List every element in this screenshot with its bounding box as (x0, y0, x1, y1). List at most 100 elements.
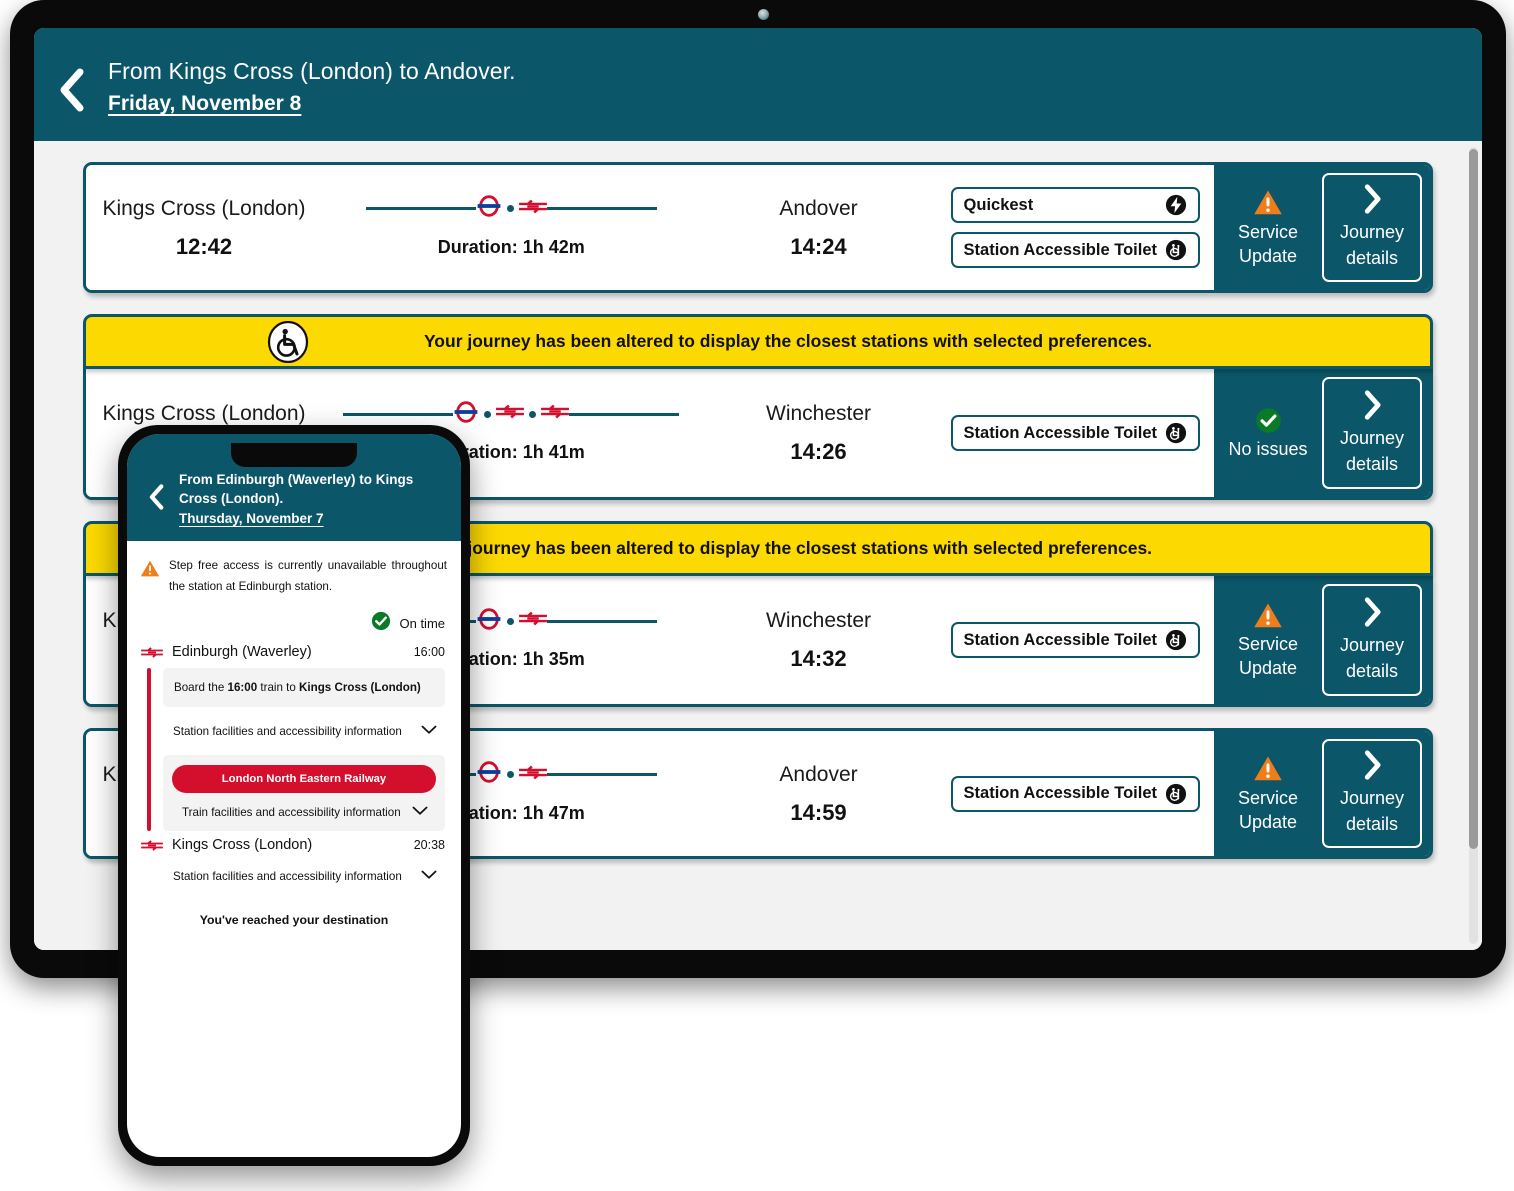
journey-summary: Kings Cross (London) 12:42 Duration: 1h 42… (86, 165, 937, 290)
national-rail-icon (518, 198, 547, 220)
train-facilities-accordion[interactable]: Train facilities and accessibility infor… (172, 797, 436, 827)
duration-value: 1h 42m (522, 236, 585, 257)
phone-notch (231, 443, 357, 467)
board-prefix: Board the (174, 681, 228, 694)
warning-triangle-icon (1252, 188, 1284, 218)
national-rail-icon (541, 403, 570, 425)
boarding-instruction: Board the 16:00 train to Kings Cross (Lo… (163, 668, 445, 707)
preference-pill[interactable]: Station Accessible Toilet (950, 622, 1200, 658)
preference-pill[interactable]: Station Accessible Toilet (950, 232, 1200, 268)
origin-departure-time: 12:42 (175, 233, 233, 259)
destination-station-facilities-accordion[interactable]: Station facilities and accessibility inf… (163, 861, 445, 891)
journey-middle: Duration: 1h 42m (322, 190, 701, 266)
leg-interchange-dot (506, 771, 514, 778)
journey-details-label-1: Journey (1339, 634, 1405, 655)
journey-details-label-1: Journey (1339, 788, 1405, 808)
journey-details-button[interactable]: Journey details (1322, 739, 1422, 848)
destination-arrival-time: 14:32 (790, 646, 847, 671)
journey-card[interactable]: Kings Cross (London) 12:42 Duration: 1h 42… (83, 162, 1433, 293)
origin-stop-row: Edinburgh (Waverley) 16:00 (127, 640, 461, 664)
accessible-toilet-icon (1165, 629, 1187, 651)
app-header: From Kings Cross (London) to Andover. Fr… (34, 28, 1482, 141)
chevron-right-icon (1355, 184, 1389, 219)
journey-details-label-1: Journey (1339, 222, 1405, 242)
chevron-left-icon (56, 68, 86, 112)
journey-status: Service Update (1214, 576, 1322, 704)
check-circle-icon (1252, 405, 1284, 435)
phone-journey-date-link[interactable]: Thursday, November 7 (179, 508, 447, 529)
journey-date-link[interactable]: Friday, November 8 (108, 88, 516, 120)
preference-label: Station Accessible Toilet (963, 423, 1157, 442)
destination-station-name: Winchester (766, 402, 872, 425)
chevron-right-icon (1355, 389, 1389, 425)
train-operator-group: London North Eastern Railway Train facil… (163, 755, 445, 831)
step-free-alert-text: Step free access is currently unavailabl… (169, 559, 447, 593)
duration-value: 1h 35m (522, 649, 585, 669)
chevron-right-icon (1355, 596, 1389, 632)
journey-details-label-2: details (1345, 453, 1399, 474)
journey-destination: Andover 14:24 (701, 190, 937, 266)
journey-destination: Winchester 14:32 (701, 602, 937, 678)
chevron-down-icon (412, 803, 428, 821)
origin-stop-time: 16:00 (413, 645, 445, 659)
tablet-camera-icon (758, 9, 769, 20)
board-destination: Kings Cross (London) (299, 681, 421, 694)
national-rail-icon (518, 764, 547, 786)
journey-details-cell: Journey details (1322, 369, 1430, 497)
accessible-toilet-icon (1165, 239, 1187, 261)
preference-label: Station Accessible Toilet (963, 630, 1157, 649)
tube-roundel-icon (476, 761, 502, 788)
national-rail-icon (141, 646, 163, 659)
leg-line (569, 412, 680, 416)
accessible-toilet-icon (1165, 422, 1187, 444)
chevron-right-icon (1355, 750, 1389, 785)
journey-leg-body: Board the 16:00 train to Kings Cross (Lo… (127, 664, 461, 833)
origin-station-facilities-accordion[interactable]: Station facilities and accessibility inf… (163, 716, 445, 746)
preference-label: Station Accessible Toilet (963, 240, 1157, 259)
journey-details-label-2: details (1345, 660, 1399, 681)
on-time-label: On time (399, 616, 445, 631)
journey-block: Kings Cross (London) 12:42 Duration: 1h 42… (83, 162, 1433, 293)
duration-value: 1h 47m (522, 802, 585, 823)
wheelchair-accessibility-icon (267, 320, 309, 363)
journey-status-label: Service Update (1237, 787, 1299, 832)
destination-station-name: Andover (779, 196, 858, 220)
leg-interchange-dot (506, 205, 514, 212)
board-time: 16:00 (227, 681, 258, 694)
preference-pill[interactable]: Station Accessible Toilet (950, 415, 1200, 451)
tube-roundel-icon (476, 607, 502, 635)
duration-prefix: Duration: (437, 236, 523, 257)
leg-line (546, 207, 657, 210)
journey-details-cell: Journey details (1322, 165, 1430, 290)
leg-progress-bar (147, 668, 151, 831)
back-button[interactable] (34, 46, 108, 112)
accessible-toilet-icon (1165, 783, 1187, 805)
preference-label: Quickest (963, 195, 1034, 214)
phone-header-text: From Edinburgh (Waverley) to Kings Cross… (179, 470, 447, 529)
journey-preferences: Station Accessible Toilet (936, 369, 1214, 497)
journey-details-label-2: details (1345, 248, 1399, 268)
scrollbar-thumb[interactable] (1469, 149, 1478, 849)
journey-details-button[interactable]: Journey details (1322, 584, 1422, 696)
phone-page-title: From Edinburgh (Waverley) to Kings Cross… (179, 472, 414, 506)
destination-stop-name: Kings Cross (London) (172, 837, 313, 853)
origin-station-facilities-label: Station facilities and accessibility inf… (173, 724, 402, 738)
preference-pill[interactable]: Quickest (950, 187, 1200, 223)
journey-status: Service Update (1214, 165, 1322, 290)
header-text-group: From Kings Cross (London) to Andover. Fr… (108, 46, 516, 120)
warning-triangle-icon (1252, 600, 1284, 630)
preference-pill[interactable]: Station Accessible Toilet (950, 775, 1200, 812)
tube-roundel-icon (476, 195, 502, 222)
national-rail-icon (141, 839, 163, 852)
train-operator-badge[interactable]: London North Eastern Railway (172, 765, 436, 793)
national-rail-icon (518, 610, 547, 632)
destination-arrival-time: 14:59 (790, 799, 847, 825)
journey-details-cell: Journey details (1322, 576, 1430, 704)
journey-details-button[interactable]: Journey details (1322, 173, 1422, 282)
journey-details-label-1: Journey (1339, 427, 1405, 448)
phone-back-button[interactable] (137, 484, 175, 515)
journey-status: Service Update (1214, 731, 1322, 856)
leg-spacer (147, 861, 151, 891)
journey-details-button[interactable]: Journey details (1322, 377, 1422, 489)
destination-arrival-time: 14:24 (790, 233, 847, 259)
